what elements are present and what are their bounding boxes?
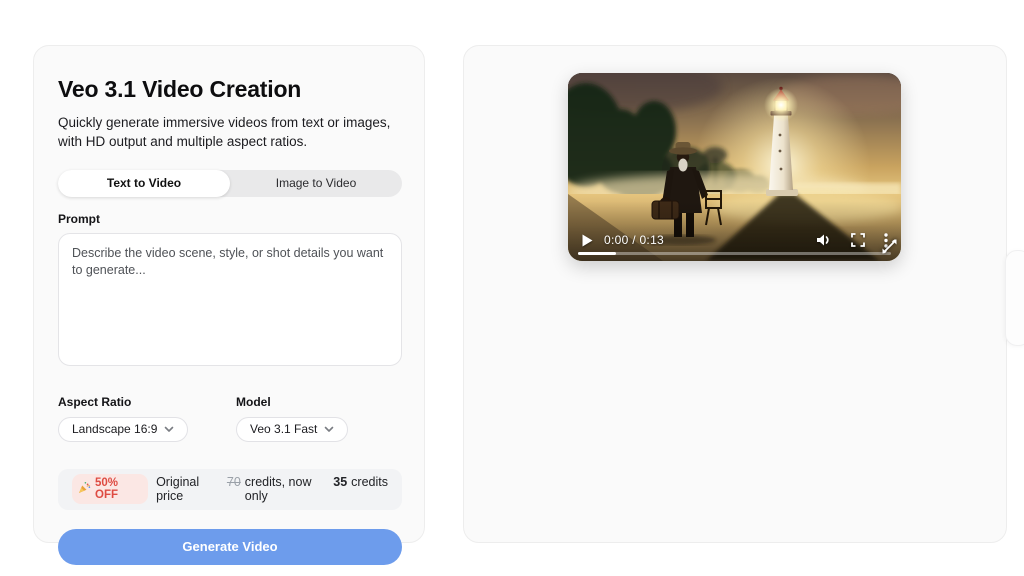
chevron-down-icon [164,426,174,433]
page-title: Veo 3.1 Video Creation [58,76,400,103]
video-progress-fill [578,252,616,255]
generate-video-button[interactable]: Generate Video [58,529,402,565]
model-value: Veo 3.1 Fast [250,422,317,436]
promo-text: Original price 70 credits, now only 35 c… [156,475,388,503]
discounted-price: 35 [333,475,347,489]
tab-text-to-video[interactable]: Text to Video [58,170,230,197]
original-price: 70 [227,475,241,489]
fullscreen-icon[interactable] [851,233,865,247]
options-row: Aspect Ratio Landscape 16:9 Model Veo 3.… [58,395,400,442]
tab-label: Image to Video [276,176,357,190]
prompt-input[interactable] [58,233,402,366]
video-progress-bar[interactable] [578,252,891,255]
discount-badge-text: 50% OFF [95,477,140,501]
promo-text-before: Original price [156,475,223,503]
aspect-ratio-select[interactable]: Landscape 16:9 [58,417,188,442]
chevron-down-icon [324,426,334,433]
preview-panel: 0:00 / 0:13 [463,45,1007,543]
model-select[interactable]: Veo 3.1 Fast [236,417,348,442]
tab-label: Text to Video [107,176,181,190]
video-player[interactable]: 0:00 / 0:13 [568,73,901,261]
volume-icon[interactable] [816,233,832,247]
resize-icon[interactable] [881,238,898,260]
discount-badge: 50% OFF [72,474,148,504]
play-icon[interactable] [581,234,593,247]
party-popper-icon [78,481,91,497]
prompt-label: Prompt [58,212,400,226]
creation-panel: Veo 3.1 Video Creation Quickly generate … [33,45,425,543]
aspect-ratio-label: Aspect Ratio [58,395,236,409]
video-controls: 0:00 / 0:13 [581,232,888,248]
page-subtitle: Quickly generate immersive videos from t… [58,113,406,152]
tab-image-to-video[interactable]: Image to Video [230,170,402,197]
mode-toggle: Text to Video Image to Video [58,170,402,197]
promo-banner: 50% OFF Original price 70 credits, now o… [58,469,402,510]
promo-text-middle: credits, now only [245,475,329,503]
model-label: Model [236,395,400,409]
time-display: 0:00 / 0:13 [604,233,664,247]
side-drawer-handle[interactable] [1005,250,1024,346]
promo-text-after: credits [351,475,388,489]
aspect-ratio-value: Landscape 16:9 [72,422,157,436]
page: Veo 3.1 Video Creation Quickly generate … [0,0,1024,576]
